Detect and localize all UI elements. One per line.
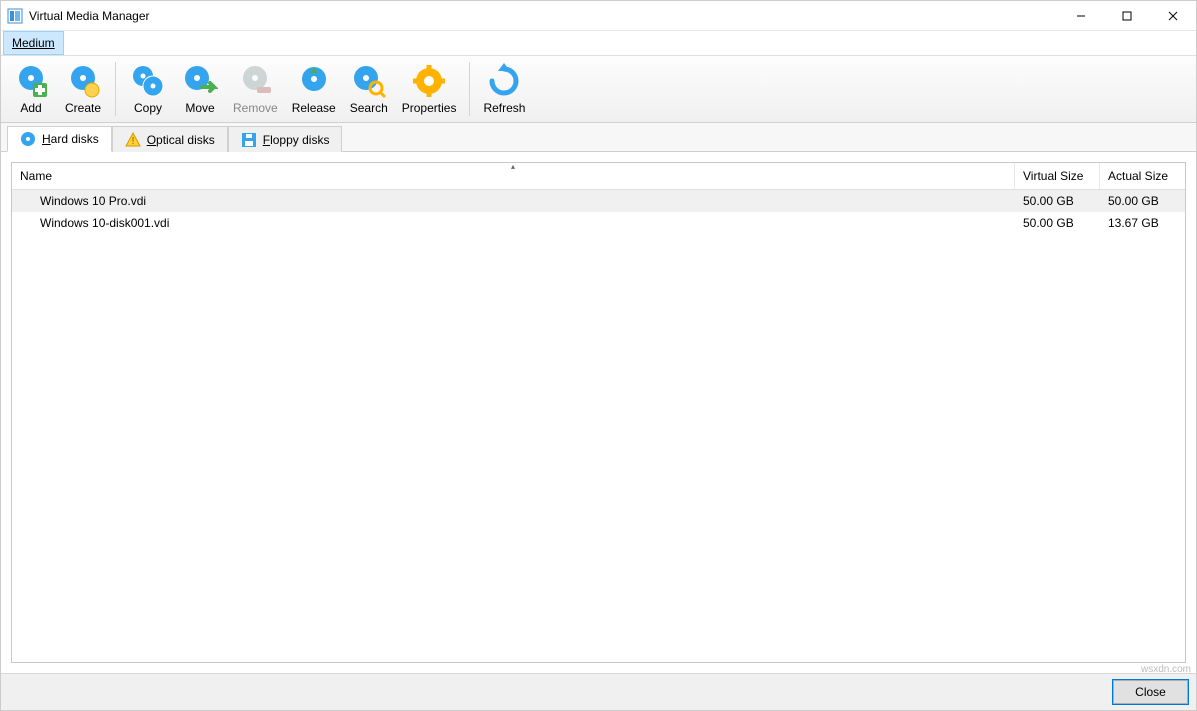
column-virtual-size[interactable]: Virtual Size bbox=[1015, 163, 1100, 189]
menu-medium-label: Medium bbox=[12, 36, 55, 50]
properties-button[interactable]: Properties bbox=[397, 60, 462, 118]
disk-move-icon bbox=[182, 63, 218, 99]
tab-row: Hard disks ! Optical disks Floppy disks bbox=[1, 123, 1196, 152]
menu-medium[interactable]: Medium bbox=[3, 31, 64, 55]
cell-name: Windows 10-disk001.vdi bbox=[12, 216, 1015, 230]
cell-name: Windows 10 Pro.vdi bbox=[12, 194, 1015, 208]
properties-icon bbox=[411, 63, 447, 99]
disk-create-icon bbox=[65, 63, 101, 99]
refresh-icon bbox=[486, 63, 522, 99]
svg-text:!: ! bbox=[131, 136, 134, 147]
move-button[interactable]: Move bbox=[176, 60, 224, 118]
refresh-button[interactable]: Refresh bbox=[478, 60, 530, 118]
disk-release-icon bbox=[296, 63, 332, 99]
create-button[interactable]: Create bbox=[59, 60, 107, 118]
warning-icon: ! bbox=[125, 132, 141, 148]
remove-button: Remove bbox=[228, 60, 283, 118]
refresh-label: Refresh bbox=[483, 101, 525, 115]
cell-virtual-size: 50.00 GB bbox=[1015, 216, 1100, 230]
app-icon bbox=[7, 8, 23, 24]
title-bar: Virtual Media Manager bbox=[1, 1, 1196, 31]
window-title: Virtual Media Manager bbox=[29, 9, 150, 23]
remove-label: Remove bbox=[233, 101, 278, 115]
rows-container: Windows 10 Pro.vdi 50.00 GB 50.00 GB Win… bbox=[12, 190, 1185, 662]
column-actual-size-label: Actual Size bbox=[1108, 169, 1168, 183]
tab-hard-disks[interactable]: Hard disks bbox=[7, 126, 112, 152]
tab-optical-disks-label: ptical disks bbox=[156, 133, 215, 147]
close-button[interactable]: Close bbox=[1113, 680, 1188, 704]
search-label: Search bbox=[350, 101, 388, 115]
table-row[interactable]: Windows 10 Pro.vdi 50.00 GB 50.00 GB bbox=[12, 190, 1185, 212]
cell-actual-size: 50.00 GB bbox=[1100, 194, 1185, 208]
footer: Close bbox=[1, 673, 1196, 710]
floppy-icon bbox=[241, 132, 257, 148]
menu-bar: Medium bbox=[1, 31, 1196, 55]
cell-virtual-size: 50.00 GB bbox=[1015, 194, 1100, 208]
hard-disk-icon bbox=[20, 131, 36, 147]
minimize-button[interactable] bbox=[1058, 1, 1104, 31]
release-label: Release bbox=[292, 101, 336, 115]
create-label: Create bbox=[65, 101, 101, 115]
tab-floppy-disks-label: loppy disks bbox=[270, 133, 329, 147]
copy-button[interactable]: Copy bbox=[124, 60, 172, 118]
column-actual-size[interactable]: Actual Size bbox=[1100, 163, 1185, 189]
column-name-label: Name bbox=[20, 169, 52, 183]
sort-indicator-icon: ▴ bbox=[511, 162, 515, 171]
add-label: Add bbox=[20, 101, 41, 115]
add-button[interactable]: Add bbox=[7, 60, 55, 118]
toolbar-separator bbox=[115, 62, 116, 116]
copy-label: Copy bbox=[134, 101, 162, 115]
search-button[interactable]: Search bbox=[345, 60, 393, 118]
properties-label: Properties bbox=[402, 101, 457, 115]
disk-copy-icon bbox=[130, 63, 166, 99]
disk-remove-icon bbox=[237, 63, 273, 99]
release-button[interactable]: Release bbox=[287, 60, 341, 118]
move-label: Move bbox=[185, 101, 214, 115]
watermark: wsxdn.com bbox=[1141, 664, 1191, 675]
tab-optical-disks[interactable]: ! Optical disks bbox=[112, 126, 228, 152]
column-headers: Name ▴ Virtual Size Actual Size bbox=[12, 163, 1185, 190]
tab-hard-disks-label: ard disks bbox=[51, 132, 99, 146]
content-area: Name ▴ Virtual Size Actual Size Windows … bbox=[1, 152, 1196, 673]
toolbar: Add Create Copy Move Remove bbox=[1, 55, 1196, 123]
disk-add-icon bbox=[13, 63, 49, 99]
column-virtual-size-label: Virtual Size bbox=[1023, 169, 1083, 183]
disk-list: Name ▴ Virtual Size Actual Size Windows … bbox=[11, 162, 1186, 663]
close-window-button[interactable] bbox=[1150, 1, 1196, 31]
tab-floppy-disks[interactable]: Floppy disks bbox=[228, 126, 343, 152]
column-name[interactable]: Name ▴ bbox=[12, 163, 1015, 189]
table-row[interactable]: Windows 10-disk001.vdi 50.00 GB 13.67 GB bbox=[12, 212, 1185, 234]
toolbar-separator bbox=[469, 62, 470, 116]
app-window: Virtual Media Manager Medium Add Create bbox=[0, 0, 1197, 711]
disk-search-icon bbox=[351, 63, 387, 99]
cell-actual-size: 13.67 GB bbox=[1100, 216, 1185, 230]
maximize-button[interactable] bbox=[1104, 1, 1150, 31]
